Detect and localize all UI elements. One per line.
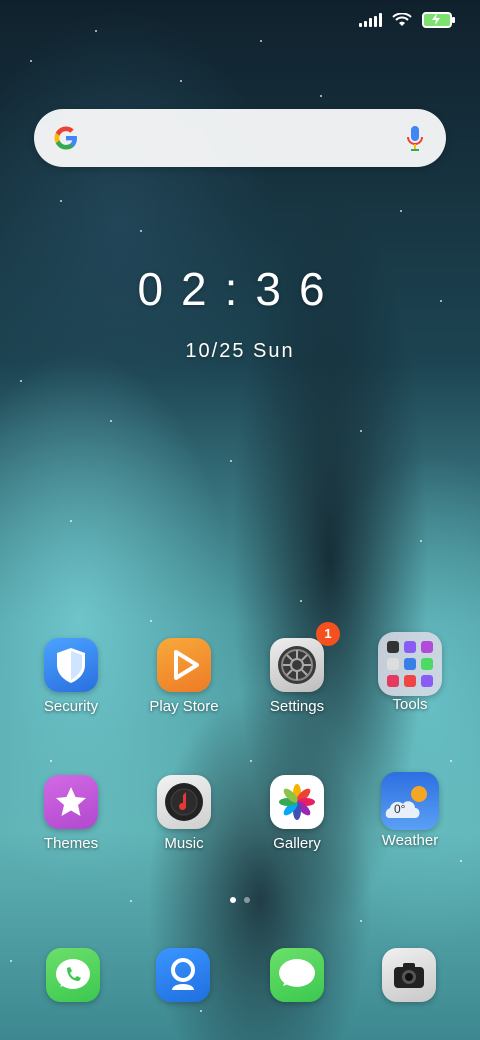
google-g-icon (54, 126, 77, 150)
themes-star-icon (44, 775, 98, 829)
app-music[interactable]: Music (129, 775, 239, 852)
app-gallery[interactable]: Gallery (242, 775, 352, 852)
google-search-bar[interactable] (34, 109, 446, 167)
app-label: Weather (381, 832, 439, 849)
notification-badge: 1 (316, 622, 340, 646)
shield-icon (44, 638, 98, 692)
gallery-pinwheel-icon (270, 775, 324, 829)
app-tools-folder[interactable]: Tools (355, 632, 465, 713)
app-security[interactable]: Security (16, 638, 126, 715)
tools-folder-icon (378, 632, 442, 696)
app-label: Play Store (149, 698, 219, 715)
page-indicator (0, 897, 480, 903)
microphone-icon[interactable] (406, 125, 424, 153)
app-label: Security (43, 698, 99, 715)
play-store-icon (157, 638, 211, 692)
clock-time[interactable]: 02:36 (0, 262, 480, 316)
app-label: Tools (392, 696, 428, 713)
battery-charging-icon (422, 12, 455, 28)
app-weather[interactable]: 0° Weather (355, 772, 465, 849)
messages-icon (270, 948, 324, 1002)
dock-messages[interactable] (242, 948, 352, 1002)
page-dot-active[interactable] (230, 897, 236, 903)
weather-temperature: 0° (394, 802, 406, 816)
clock-date[interactable]: 10/25 Sun (0, 340, 480, 363)
cellular-signal-icon (359, 13, 382, 27)
dock-contacts[interactable] (128, 948, 238, 1002)
dock-phone[interactable] (18, 948, 128, 1002)
app-play-store[interactable]: Play Store (129, 638, 239, 715)
app-settings[interactable]: 1 Settings (242, 622, 352, 715)
app-label: Gallery (273, 835, 321, 852)
app-label: Themes (43, 835, 99, 852)
weather-icon: 0° (381, 772, 439, 830)
contacts-icon (156, 948, 210, 1002)
page-dot[interactable] (244, 897, 250, 903)
phone-icon (46, 948, 100, 1002)
music-icon (157, 775, 211, 829)
dock-camera[interactable] (354, 948, 464, 1002)
wifi-icon (392, 13, 412, 26)
app-themes[interactable]: Themes (16, 775, 126, 852)
app-label: Settings (269, 698, 325, 715)
settings-gear-icon: 1 (270, 622, 340, 692)
app-label: Music (164, 835, 204, 852)
status-bar (359, 12, 455, 28)
camera-icon (382, 948, 436, 1002)
